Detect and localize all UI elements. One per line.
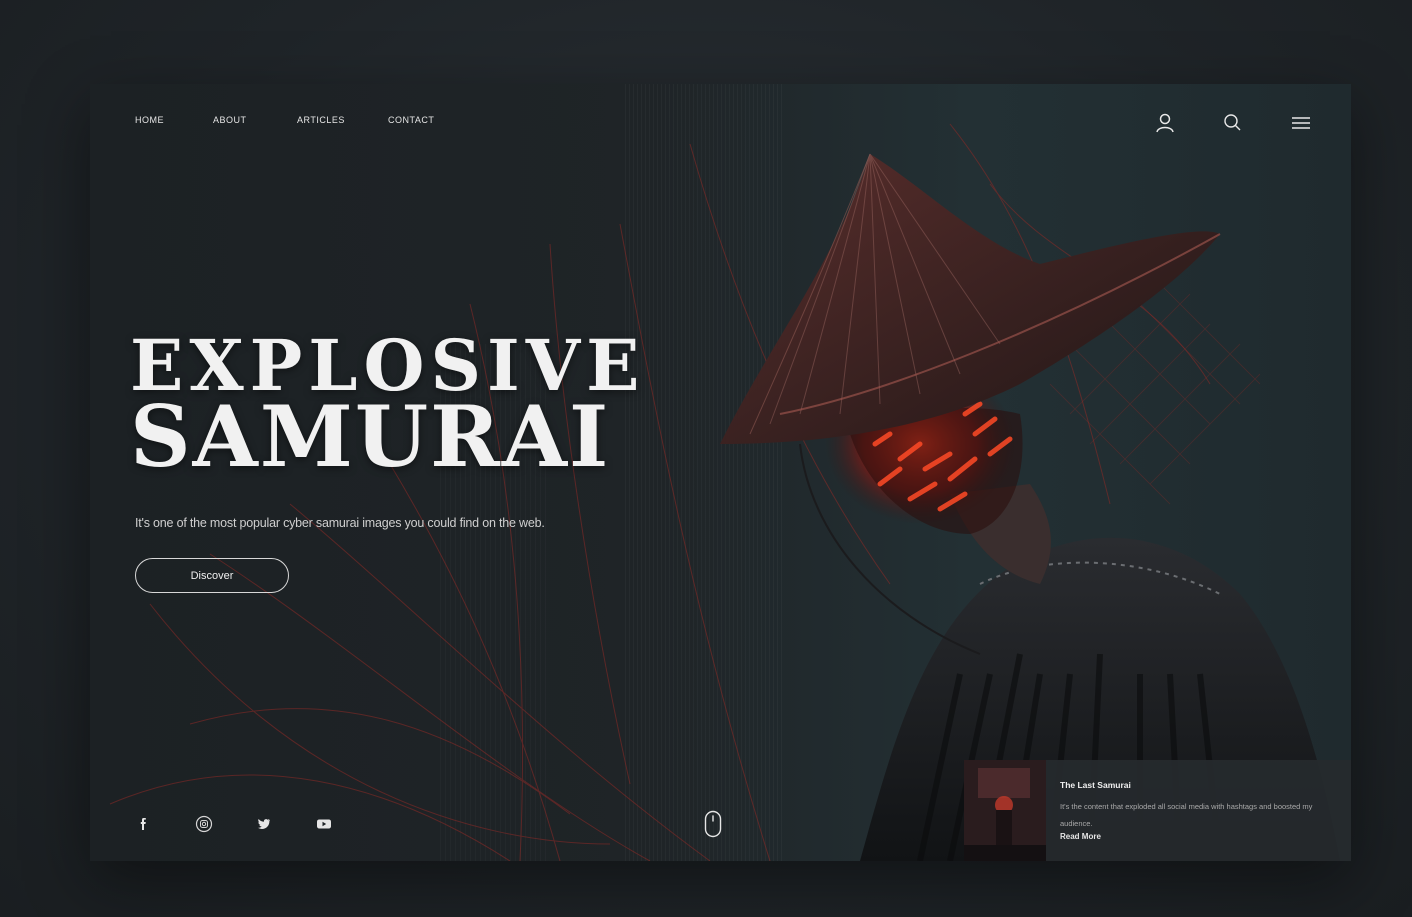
- header-actions: [1153, 111, 1313, 135]
- article-card-body: The Last Samurai It's the content that e…: [1046, 760, 1351, 861]
- search-icon[interactable]: [1221, 111, 1245, 135]
- youtube-icon[interactable]: [315, 815, 333, 833]
- nav-item-contact[interactable]: CONTACT: [388, 115, 448, 125]
- nav-item-articles[interactable]: ARTICLES: [297, 115, 388, 125]
- twitter-icon[interactable]: [255, 815, 273, 833]
- hero-subtitle: It's one of the most popular cyber samur…: [135, 516, 545, 530]
- article-title: The Last Samurai: [1060, 780, 1131, 790]
- instagram-icon[interactable]: [195, 815, 213, 833]
- facebook-icon[interactable]: [135, 815, 153, 833]
- discover-button[interactable]: Discover: [135, 558, 289, 593]
- article-thumbnail: [964, 760, 1046, 861]
- main-nav: HOME ABOUT ARTICLES CONTACT: [135, 115, 448, 125]
- user-icon[interactable]: [1153, 111, 1177, 135]
- scroll-mouse-icon[interactable]: [704, 810, 722, 838]
- hero-frame: HOME ABOUT ARTICLES CONTACT EXPLOSIVE SA…: [90, 84, 1351, 861]
- nav-item-about[interactable]: ABOUT: [213, 115, 297, 125]
- samurai-illustration: [720, 153, 1340, 861]
- social-links: [135, 815, 375, 833]
- featured-article-card[interactable]: The Last Samurai It's the content that e…: [964, 760, 1351, 861]
- read-more-link[interactable]: Read More: [1060, 832, 1337, 841]
- menu-icon[interactable]: [1289, 111, 1313, 135]
- article-description: It's the content that exploded all socia…: [1060, 802, 1313, 828]
- hero-title-line2: SAMURAI: [130, 387, 611, 487]
- nav-item-home[interactable]: HOME: [135, 115, 213, 125]
- hero-title: EXPLOSIVE SAMURAI: [130, 330, 645, 487]
